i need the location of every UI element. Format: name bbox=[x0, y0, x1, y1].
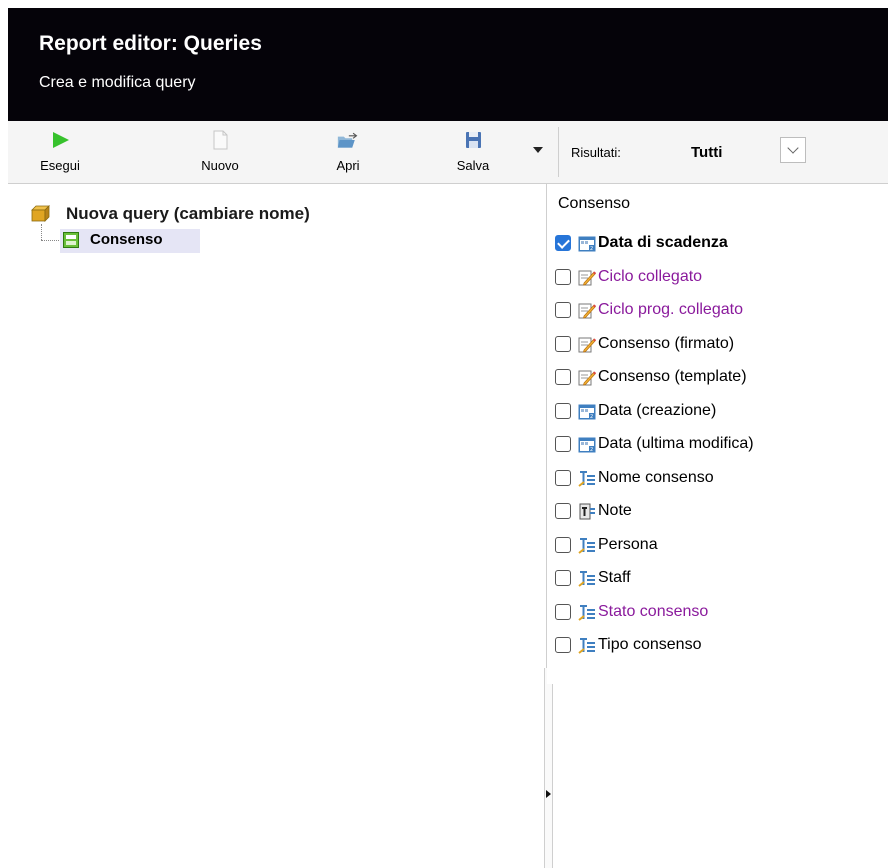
results-label: Risultati: bbox=[571, 145, 621, 160]
text-field-icon bbox=[578, 570, 596, 587]
fields-panel-title: Consenso bbox=[558, 195, 631, 212]
open-button-label: Apri bbox=[336, 158, 360, 173]
page-header: Report editor: Queries Crea e modifica q… bbox=[8, 8, 888, 121]
field-checkbox[interactable] bbox=[555, 570, 571, 586]
tree-root-label: Nuova query (cambiare nome) bbox=[66, 204, 310, 223]
calendar-icon: 2 bbox=[578, 436, 596, 453]
field-label: Stato consenso bbox=[598, 602, 709, 620]
more-actions-dropdown-icon[interactable] bbox=[533, 147, 543, 153]
tree-connector bbox=[41, 240, 61, 241]
page-title: Report editor: Queries bbox=[39, 32, 262, 55]
expand-arrow-icon[interactable] bbox=[546, 790, 551, 798]
query-tree-panel: Nuova query (cambiare nome) Consenso bbox=[8, 184, 553, 868]
field-item[interactable]: Ciclo collegato bbox=[555, 266, 885, 288]
field-checkbox[interactable] bbox=[555, 503, 571, 519]
table-icon bbox=[63, 232, 79, 248]
field-label: Persona bbox=[598, 535, 658, 553]
query-box-icon bbox=[31, 205, 50, 222]
open-button[interactable]: Apri bbox=[313, 121, 383, 181]
run-button[interactable]: Esegui bbox=[25, 121, 95, 181]
new-button-label: Nuovo bbox=[201, 158, 239, 173]
field-label: Data (creazione) bbox=[598, 401, 717, 419]
field-checkbox[interactable] bbox=[555, 637, 571, 653]
save-button-label: Salva bbox=[456, 158, 490, 173]
field-item[interactable]: Ciclo prog. collegato bbox=[555, 299, 885, 321]
chevron-down-icon bbox=[787, 142, 799, 154]
text-field-icon bbox=[578, 637, 596, 654]
text-field-icon bbox=[578, 470, 596, 487]
field-label: Ciclo prog. collegato bbox=[598, 301, 743, 318]
tree-item-consenso[interactable]: Consenso bbox=[60, 229, 200, 253]
page-subtitle: Crea e modifica query bbox=[39, 74, 196, 91]
save-button[interactable]: Salva bbox=[438, 121, 508, 181]
field-item[interactable]: Note bbox=[555, 500, 885, 522]
new-button[interactable]: Nuovo bbox=[185, 121, 255, 181]
field-label: Note bbox=[598, 502, 632, 519]
run-button-label: Esegui bbox=[40, 158, 80, 173]
tree-connector bbox=[41, 224, 42, 240]
field-checkbox[interactable] bbox=[555, 536, 571, 553]
field-item[interactable]: Stato consenso bbox=[555, 601, 885, 623]
field-item[interactable]: 2 Data di scadenza bbox=[555, 232, 885, 254]
text-field-icon bbox=[578, 604, 596, 621]
results-dropdown-button[interactable] bbox=[780, 137, 806, 163]
field-checkbox[interactable] bbox=[555, 436, 571, 452]
field-checkbox[interactable] bbox=[555, 235, 571, 251]
edit-link-icon bbox=[578, 269, 596, 286]
results-value[interactable]: Tutti bbox=[691, 144, 722, 161]
field-item[interactable]: Nome consenso bbox=[555, 467, 885, 489]
note-field-icon bbox=[578, 503, 596, 520]
calendar-icon: 2 bbox=[578, 235, 596, 252]
field-label: Ciclo collegato bbox=[598, 267, 703, 285]
open-folder-icon bbox=[337, 132, 358, 148]
field-label: Data di scadenza bbox=[598, 234, 728, 251]
panel-splitter[interactable] bbox=[544, 668, 553, 868]
new-document-icon bbox=[213, 130, 228, 150]
field-item[interactable]: 2 Data (creazione) bbox=[555, 400, 885, 422]
field-label: Nome consenso bbox=[598, 468, 714, 486]
toolbar: Esegui Nuovo Apri Salva Risultati: Tutti bbox=[8, 121, 888, 184]
field-label: Consenso (template) bbox=[598, 368, 747, 385]
tree-item-label: Consenso bbox=[90, 231, 163, 248]
field-item[interactable]: 2 Data (ultima modifica) bbox=[555, 433, 885, 455]
field-item[interactable]: Persona bbox=[555, 534, 885, 556]
toolbar-divider bbox=[558, 127, 559, 177]
play-icon bbox=[53, 132, 69, 148]
field-label: Data (ultima modifica) bbox=[598, 435, 754, 452]
field-checkbox[interactable] bbox=[555, 469, 571, 486]
field-item[interactable]: Tipo consenso bbox=[555, 634, 885, 656]
field-item[interactable]: Consenso (firmato) bbox=[555, 333, 885, 355]
field-item[interactable]: Consenso (template) bbox=[555, 366, 885, 388]
field-checkbox[interactable] bbox=[555, 335, 571, 352]
field-checkbox[interactable] bbox=[555, 268, 571, 285]
svg-text:2: 2 bbox=[590, 447, 593, 453]
field-checkbox[interactable] bbox=[555, 603, 571, 620]
save-disk-icon bbox=[466, 132, 481, 148]
fields-panel: Consenso 2 Data di scadenza Ciclo collegat… bbox=[547, 184, 888, 684]
edit-link-icon bbox=[578, 302, 596, 319]
field-checkbox[interactable] bbox=[555, 302, 571, 318]
edit-link-icon bbox=[578, 369, 596, 386]
field-label: Consenso (firmato) bbox=[598, 334, 735, 352]
svg-text:2: 2 bbox=[590, 246, 593, 252]
svg-text:2: 2 bbox=[590, 414, 593, 420]
field-checkbox[interactable] bbox=[555, 369, 571, 385]
calendar-icon: 2 bbox=[578, 403, 596, 420]
field-label: Staff bbox=[598, 569, 631, 586]
edit-link-icon bbox=[578, 336, 596, 353]
field-checkbox[interactable] bbox=[555, 402, 571, 419]
field-label: Tipo consenso bbox=[598, 636, 702, 653]
field-item[interactable]: Staff bbox=[555, 567, 885, 589]
text-field-icon bbox=[578, 537, 596, 554]
